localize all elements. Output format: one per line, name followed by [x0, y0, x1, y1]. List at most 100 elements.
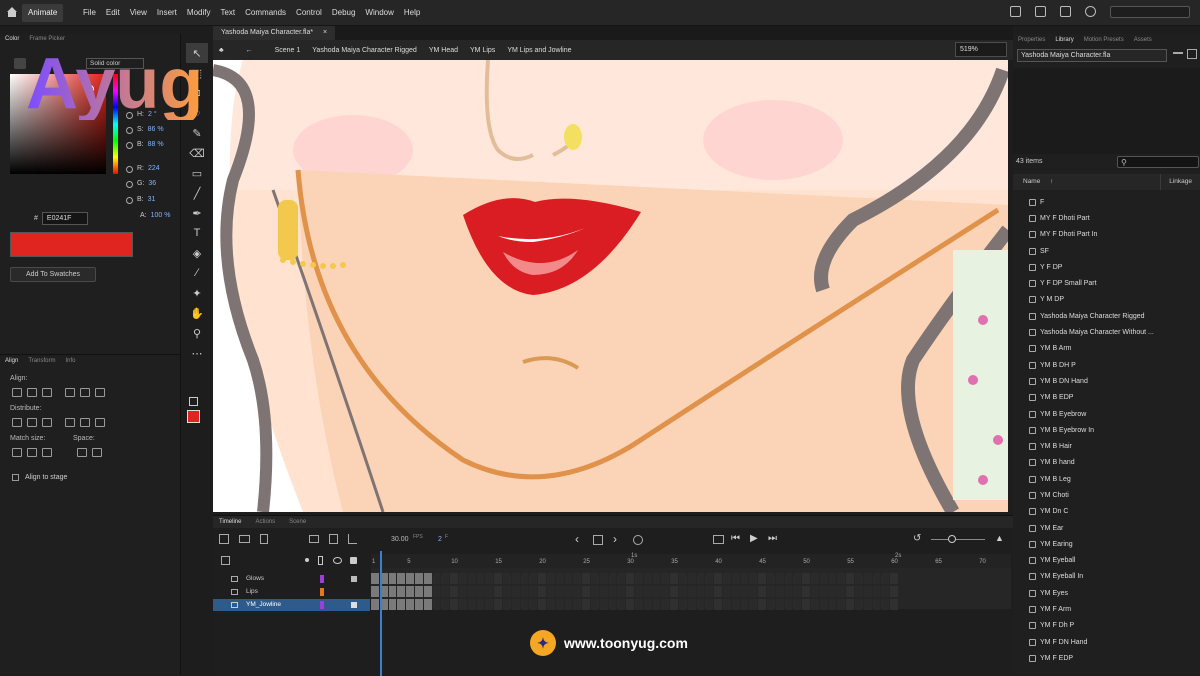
frame-cell[interactable]: [371, 586, 379, 597]
library-item[interactable]: YM B Eyebrow: [1013, 406, 1200, 422]
visibility-icon[interactable]: [333, 557, 342, 564]
frame-cell[interactable]: [652, 599, 661, 610]
next-frame-icon[interactable]: ›: [613, 532, 617, 546]
frame-cell[interactable]: [802, 586, 810, 597]
frame-cell[interactable]: [679, 586, 687, 597]
frame-cell[interactable]: [511, 586, 520, 597]
breadcrumb-rigged[interactable]: Yashoda Maiya Character Rigged: [306, 47, 423, 54]
frame-cell[interactable]: [828, 586, 837, 597]
more-tools-icon[interactable]: ⋯: [186, 343, 208, 363]
frame-cell[interactable]: [573, 599, 582, 610]
frame-cell[interactable]: [555, 573, 564, 584]
new-folder-icon[interactable]: [239, 535, 250, 543]
frame-cell[interactable]: [582, 586, 590, 597]
frame-cell[interactable]: [494, 599, 502, 610]
sort-arrow-icon[interactable]: ↑: [1050, 178, 1053, 185]
frame-cell[interactable]: [555, 599, 564, 610]
zoom-tool-icon[interactable]: ⚲: [186, 323, 208, 343]
frame-cell[interactable]: [432, 599, 441, 610]
frame-cell[interactable]: [450, 586, 458, 597]
frame-cell[interactable]: [687, 573, 696, 584]
frame-cell[interactable]: [467, 599, 476, 610]
library-item[interactable]: YM B Leg: [1013, 471, 1200, 487]
library-item[interactable]: MY F Dhoti Part In: [1013, 227, 1200, 243]
frame-cell[interactable]: [432, 586, 441, 597]
frame-cell[interactable]: [670, 599, 678, 610]
frame-cell[interactable]: [599, 599, 608, 610]
frame-cell[interactable]: [441, 599, 450, 610]
frame-cell[interactable]: [837, 599, 846, 610]
frame-cell[interactable]: [371, 599, 379, 610]
frame-cell[interactable]: [828, 573, 837, 584]
distribute-bottom-icon[interactable]: [42, 418, 52, 427]
frame-cell[interactable]: [740, 586, 749, 597]
frame-cell[interactable]: [714, 599, 722, 610]
layers-icon[interactable]: [221, 556, 230, 565]
frame-cell[interactable]: [467, 573, 476, 584]
line-tool-icon[interactable]: ╱: [186, 183, 208, 203]
menu-view[interactable]: View: [125, 0, 152, 26]
frame-cell[interactable]: [846, 599, 854, 610]
frame-cell[interactable]: [696, 573, 705, 584]
breadcrumb-head[interactable]: YM Head: [423, 47, 464, 54]
frame-cell[interactable]: [423, 586, 432, 597]
align-bottom-icon[interactable]: [95, 388, 105, 397]
frame-cell[interactable]: [608, 599, 617, 610]
frame-cell[interactable]: [767, 573, 775, 584]
library-item[interactable]: YM B DH P: [1013, 357, 1200, 373]
frame-cell[interactable]: [397, 599, 406, 610]
frame-cell[interactable]: [811, 599, 819, 610]
frame-cell[interactable]: [696, 586, 705, 597]
frame-cell[interactable]: [441, 573, 450, 584]
frame-cell[interactable]: [793, 599, 802, 610]
document-tab[interactable]: Yashoda Maiya Character.fla* ×: [213, 26, 336, 40]
share-icon[interactable]: [1010, 6, 1021, 17]
library-item[interactable]: YM Eyeball: [1013, 553, 1200, 569]
frame-cell[interactable]: [819, 586, 828, 597]
hex-input[interactable]: E0241F: [41, 212, 88, 225]
frame-cell[interactable]: [855, 573, 863, 584]
lock-icon[interactable]: [350, 557, 357, 564]
frame-cell[interactable]: [872, 586, 881, 597]
frame-cell[interactable]: [591, 573, 599, 584]
mountain-icon[interactable]: ▲: [995, 533, 1004, 543]
frame-cell[interactable]: [661, 599, 670, 610]
new-library-icon[interactable]: [1187, 49, 1197, 59]
library-file-select[interactable]: Yashoda Maiya Character.fla: [1017, 49, 1167, 62]
tab-library[interactable]: Library: [1055, 34, 1073, 46]
tab-info[interactable]: Info: [65, 358, 75, 370]
frame-cell[interactable]: [652, 586, 661, 597]
go-first-icon[interactable]: ⏮: [731, 533, 740, 544]
frame-cell[interactable]: [503, 573, 511, 584]
align-to-stage-checkbox[interactable]: [12, 474, 19, 481]
go-last-icon[interactable]: ⏭: [768, 533, 777, 544]
frame-cell[interactable]: [714, 586, 722, 597]
frame-cell[interactable]: [705, 599, 714, 610]
frame-cell[interactable]: [784, 573, 793, 584]
frame-cell[interactable]: [890, 573, 898, 584]
layer-row[interactable]: Lips: [213, 586, 370, 598]
back-arrow-icon[interactable]: ←: [240, 47, 259, 54]
menu-help[interactable]: Help: [399, 0, 425, 26]
frame-cell[interactable]: [679, 599, 687, 610]
frame-cell[interactable]: [547, 586, 555, 597]
b-value[interactable]: 88 %: [148, 141, 164, 149]
frame-cell[interactable]: [775, 573, 784, 584]
frame-cell[interactable]: [643, 599, 652, 610]
space-vertical-icon[interactable]: [77, 448, 87, 457]
menu-window[interactable]: Window: [360, 0, 398, 26]
frame-cell[interactable]: [784, 599, 793, 610]
library-item[interactable]: YM F Dh P: [1013, 618, 1200, 634]
frame-cell[interactable]: [723, 599, 731, 610]
library-item[interactable]: YM Eyeball In: [1013, 569, 1200, 585]
frame-cell[interactable]: [617, 586, 626, 597]
frame-cell[interactable]: [599, 573, 608, 584]
frame-cell[interactable]: [749, 573, 758, 584]
delete-icon[interactable]: [260, 534, 268, 544]
frame-cell[interactable]: [441, 586, 450, 597]
frame-cell[interactable]: [855, 599, 863, 610]
frame-cell[interactable]: [476, 586, 485, 597]
frame-cell[interactable]: [529, 586, 538, 597]
frame-cell[interactable]: [881, 573, 890, 584]
frame-cell[interactable]: [494, 586, 502, 597]
